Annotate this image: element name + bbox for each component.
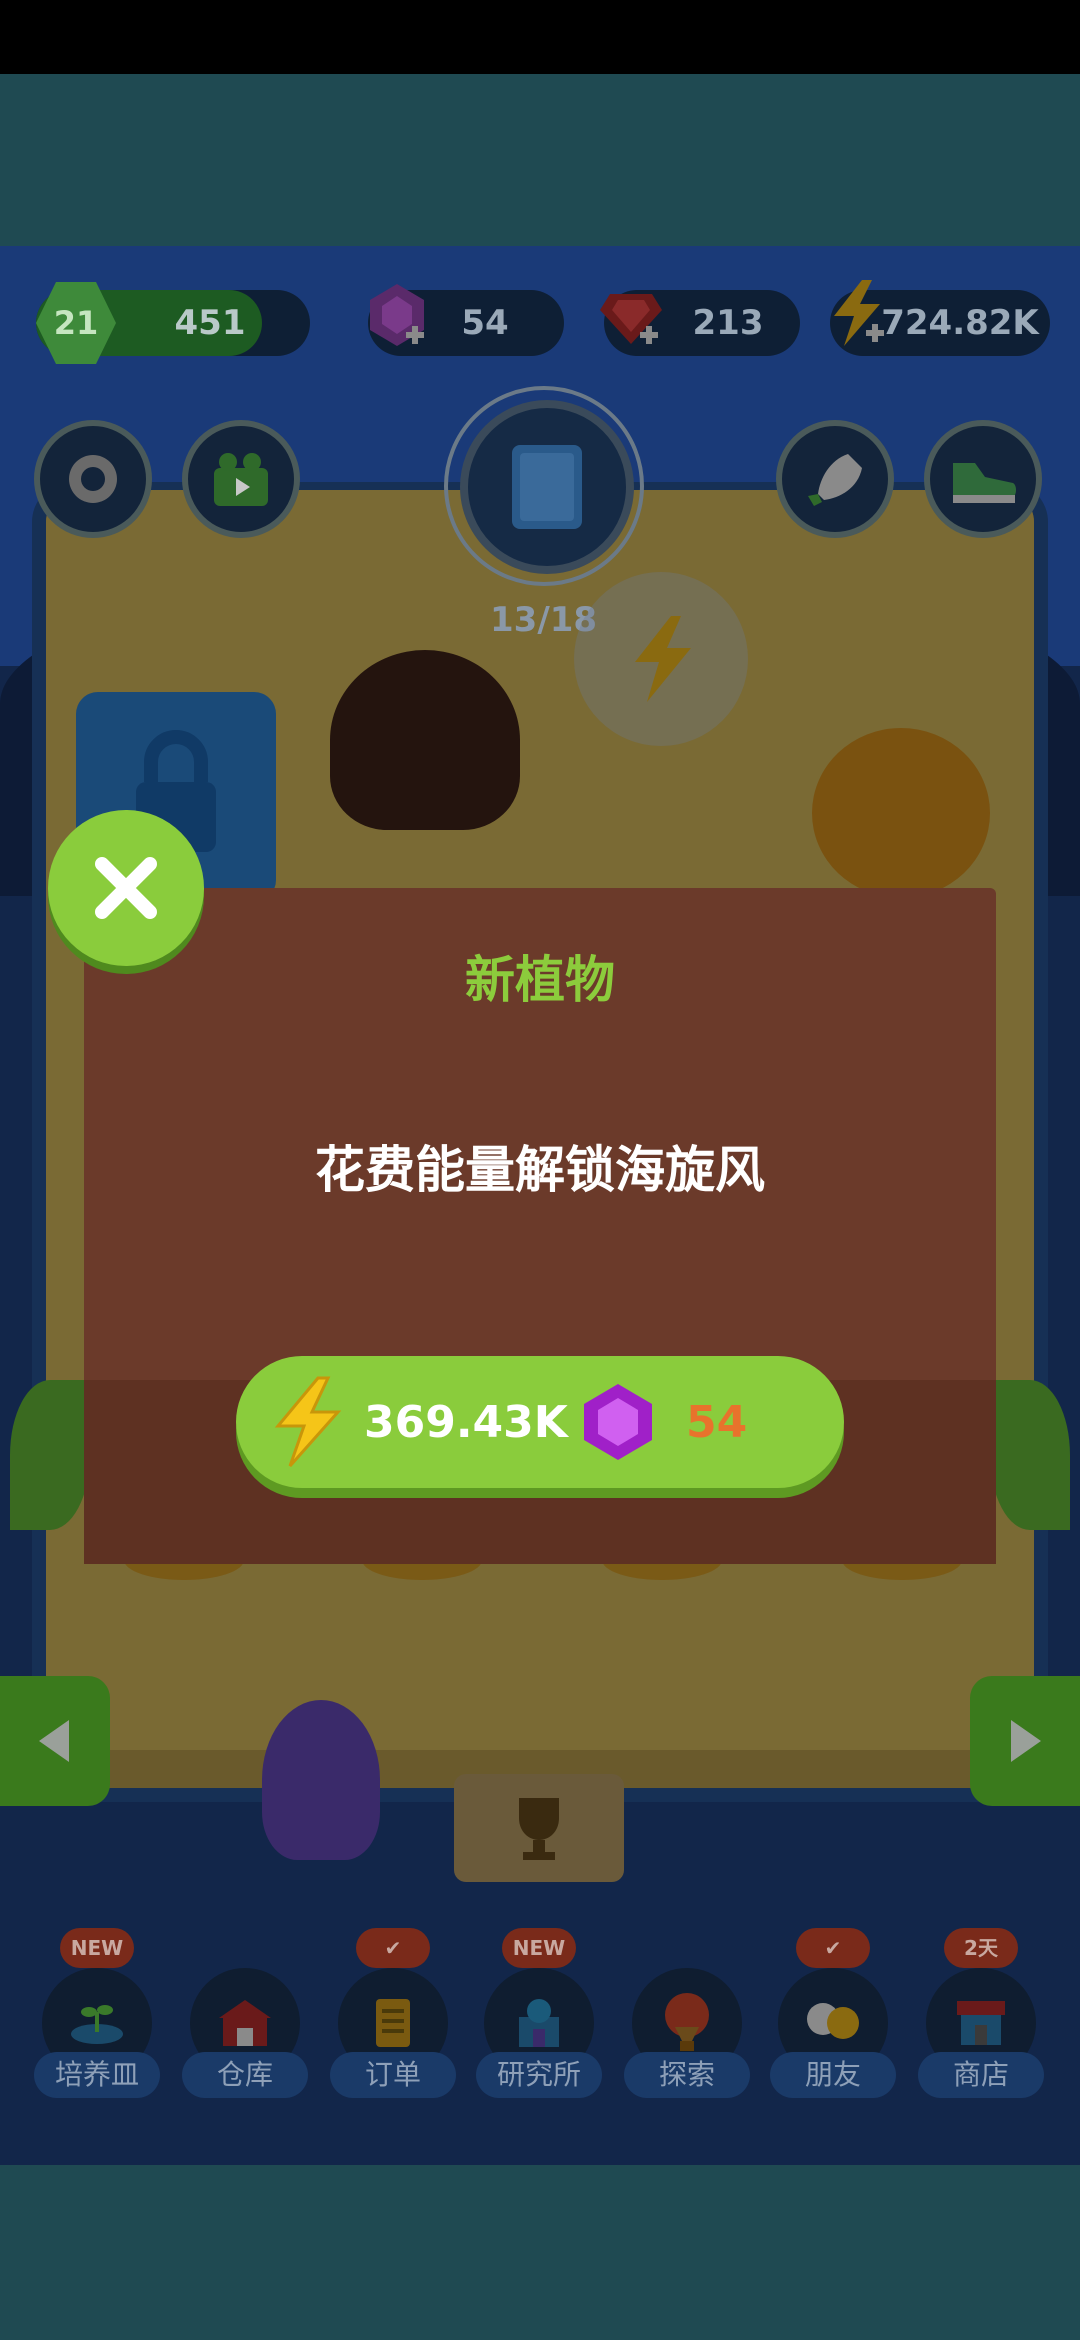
- sneaker-icon: [953, 463, 1016, 503]
- new-badge: NEW: [60, 1928, 134, 1968]
- rocket-icon: [808, 454, 862, 506]
- nav-explore[interactable]: 探索: [624, 1968, 750, 2118]
- lightning-icon: [274, 1376, 342, 1467]
- energy-bubble[interactable]: [574, 572, 748, 746]
- nav-label: 培养皿: [34, 2052, 160, 2098]
- nav-label: 探索: [624, 2052, 750, 2098]
- sleeping-monster[interactable]: [262, 1700, 380, 1860]
- bottom-background: [0, 2165, 1080, 2340]
- arrow-left-icon: [39, 1720, 69, 1762]
- settings-button[interactable]: [34, 420, 152, 538]
- plant-book-button[interactable]: [460, 400, 634, 574]
- nav-orders[interactable]: ✔ 订单: [330, 1928, 456, 2118]
- dialog-message: 花费能量解锁海旋风: [315, 1141, 765, 1199]
- dialog-title: 新植物: [465, 951, 615, 1009]
- nav-petri-dish[interactable]: NEW 培养皿: [34, 1928, 160, 2118]
- purple-gem-plus-icon[interactable]: [362, 280, 432, 350]
- unlock-energy-cost: 369.43K: [364, 1397, 568, 1448]
- nav-friends[interactable]: ✔ 朋友: [770, 1928, 896, 2118]
- trophy-icon: [519, 1798, 559, 1860]
- lightning-icon: [635, 616, 691, 702]
- new-badge: NEW: [502, 1928, 576, 1968]
- nav-label: 仓库: [182, 2052, 308, 2098]
- energy-value: 724.82K: [881, 303, 1039, 343]
- leaf-decoration: [10, 1380, 90, 1530]
- coral-plant[interactable]: [812, 728, 990, 898]
- nav-label: 研究所: [476, 2052, 602, 2098]
- rocket-button[interactable]: [776, 420, 894, 538]
- red-gem-plus-icon[interactable]: [596, 280, 666, 350]
- ruby-value: 213: [692, 303, 764, 343]
- check-badge: ✔: [356, 1928, 430, 1968]
- nav-research[interactable]: NEW 研究所: [476, 1928, 602, 2118]
- close-button[interactable]: [48, 810, 204, 966]
- video-ad-button[interactable]: [182, 420, 300, 538]
- dark-flower-plant[interactable]: [330, 650, 520, 830]
- sneaker-button[interactable]: [924, 420, 1042, 538]
- status-bar: [0, 0, 1080, 74]
- next-page-button[interactable]: [970, 1676, 1080, 1806]
- previous-page-button[interactable]: [0, 1676, 110, 1806]
- nav-label: 朋友: [770, 2052, 896, 2098]
- leaf-decoration: [990, 1380, 1070, 1530]
- gear-icon: [69, 455, 117, 503]
- close-icon: [95, 857, 157, 919]
- book-icon: [512, 445, 582, 529]
- nav-shop[interactable]: 2天 商店: [918, 1928, 1044, 2118]
- unlock-gem-cost: 54: [686, 1397, 748, 1448]
- arrow-right-icon: [1011, 1720, 1041, 1762]
- check-badge: ✔: [796, 1928, 870, 1968]
- video-camera-icon: [214, 453, 268, 506]
- trophy-button[interactable]: [454, 1774, 624, 1882]
- top-background: [0, 74, 1080, 246]
- timer-badge: 2天: [944, 1928, 1018, 1968]
- nav-label: 商店: [918, 2052, 1044, 2098]
- level-xp-value: 451: [174, 303, 246, 343]
- purple-gem-icon: [584, 1384, 652, 1460]
- nav-warehouse[interactable]: 仓库: [182, 1968, 308, 2118]
- gem-value: 54: [461, 303, 509, 343]
- nav-label: 订单: [330, 2052, 456, 2098]
